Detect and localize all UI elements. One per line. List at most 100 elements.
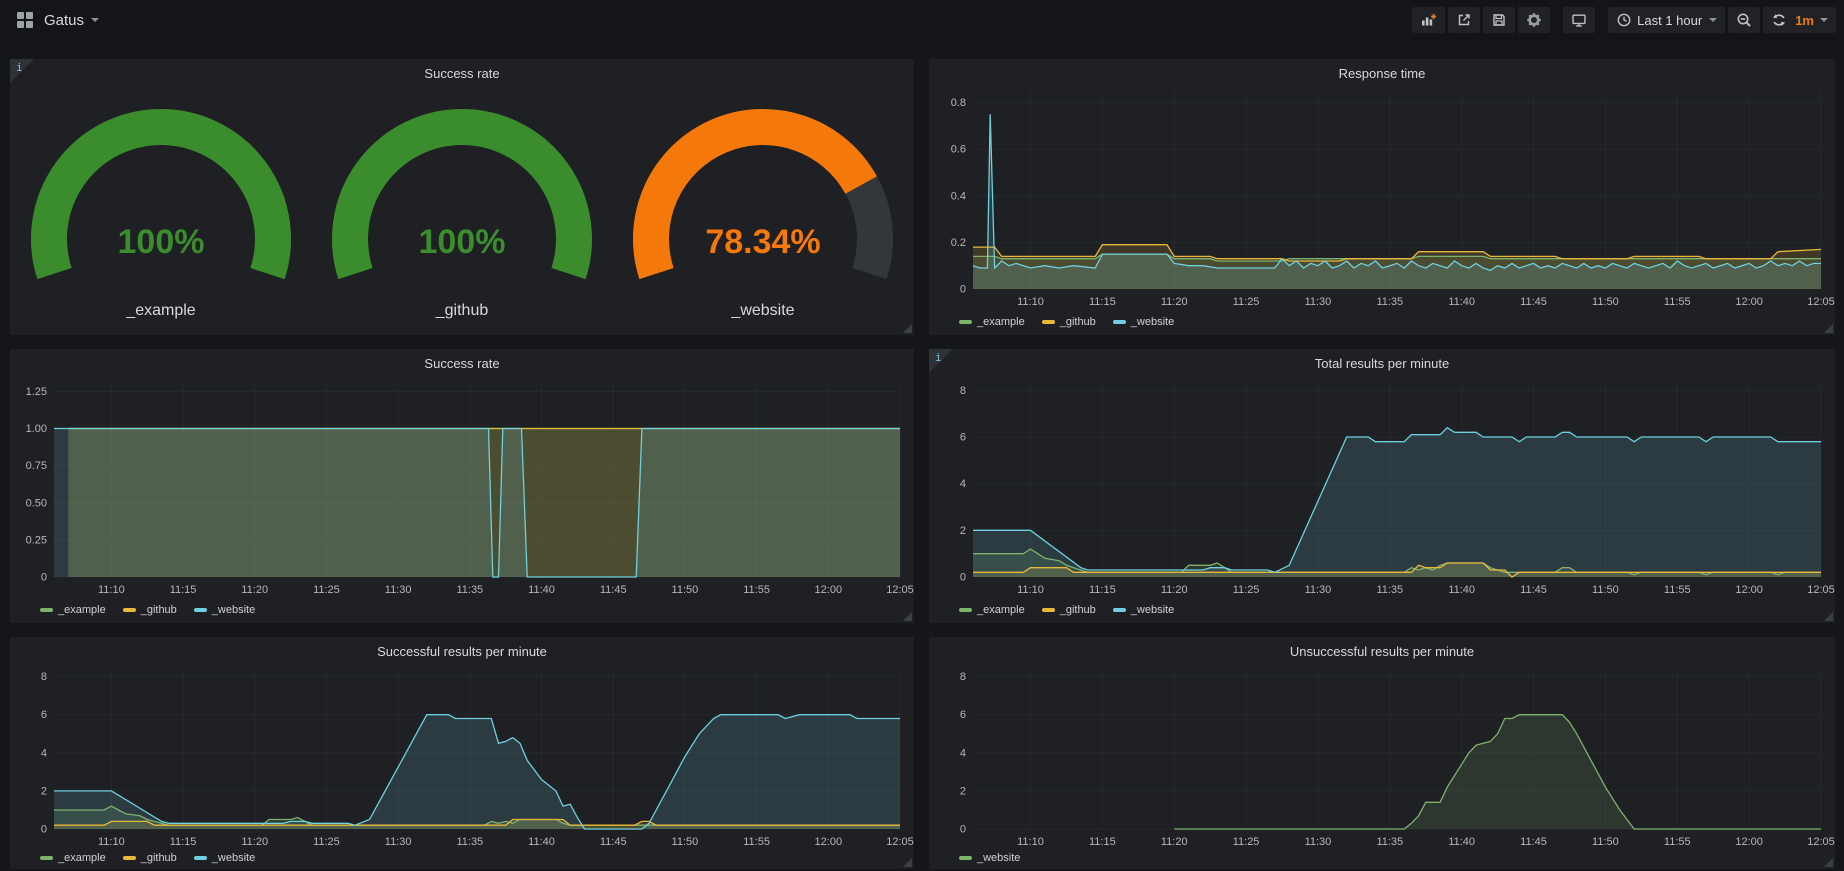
svg-text:1.25: 1.25 [26, 386, 47, 398]
svg-text:11:20: 11:20 [1161, 584, 1188, 596]
svg-text:0: 0 [960, 284, 966, 296]
caret-down-icon [1709, 18, 1717, 22]
legend-item[interactable]: _website [1113, 316, 1174, 328]
svg-text:11:35: 11:35 [456, 584, 483, 596]
info-icon[interactable] [929, 349, 953, 373]
legend: _example _github _website [959, 316, 1174, 328]
panel-title[interactable]: Success rate [10, 356, 914, 371]
svg-text:12:00: 12:00 [1735, 836, 1763, 848]
svg-text:11:45: 11:45 [600, 584, 627, 596]
svg-text:0.4: 0.4 [951, 190, 966, 202]
legend-item[interactable]: _example [959, 316, 1025, 328]
resize-handle[interactable] [1824, 324, 1833, 333]
svg-text:11:35: 11:35 [1376, 296, 1403, 308]
add-panel-icon [1420, 12, 1437, 28]
caret-down-icon[interactable] [91, 18, 99, 22]
svg-text:11:45: 11:45 [1520, 296, 1547, 308]
legend-label: _github [141, 852, 177, 864]
resize-handle[interactable] [903, 858, 912, 867]
panel-title[interactable]: Successful results per minute [10, 644, 914, 659]
svg-text:2: 2 [41, 785, 47, 797]
tv-monitor-icon [1571, 12, 1587, 29]
legend-label: _website [977, 852, 1020, 864]
svg-text:11:50: 11:50 [1592, 836, 1619, 848]
refresh-button[interactable]: 1m [1763, 7, 1836, 33]
svg-text:11:55: 11:55 [743, 584, 770, 596]
gauge-label: _website [731, 302, 795, 319]
svg-text:11:40: 11:40 [528, 836, 555, 848]
panel-title[interactable]: Unsuccessful results per minute [929, 644, 1835, 659]
svg-text:11:50: 11:50 [672, 584, 699, 596]
legend: _example _github _website [40, 852, 255, 864]
panel-title[interactable]: Total results per minute [929, 356, 1835, 371]
legend-swatch-icon [959, 320, 972, 324]
legend-item[interactable]: _example [959, 604, 1025, 616]
total-results-chart: 0246811:1011:1511:2011:2511:3011:3511:40… [929, 349, 1835, 623]
resize-handle[interactable] [903, 324, 912, 333]
time-range-picker[interactable]: Last 1 hour [1608, 7, 1725, 33]
svg-text:0.2: 0.2 [951, 237, 966, 249]
gauge-value: 100% [117, 223, 204, 261]
legend-item[interactable]: _website [959, 852, 1020, 864]
legend-swatch-icon [123, 856, 136, 860]
navbar-actions: Last 1 hour 1m [1409, 7, 1836, 33]
legend-label: _example [58, 852, 106, 864]
svg-text:0.8: 0.8 [951, 97, 966, 109]
tv-mode-button[interactable] [1563, 7, 1595, 33]
legend-item[interactable]: _example [40, 604, 106, 616]
svg-text:11:35: 11:35 [1376, 836, 1403, 848]
legend-item[interactable]: _example [40, 852, 106, 864]
svg-text:2: 2 [960, 785, 966, 797]
legend-swatch-icon [40, 856, 53, 860]
save-button[interactable] [1483, 7, 1515, 33]
svg-text:0.6: 0.6 [951, 144, 966, 156]
legend-item[interactable]: _github [1042, 604, 1096, 616]
legend-item[interactable]: _website [194, 604, 255, 616]
svg-text:11:55: 11:55 [1664, 296, 1691, 308]
svg-text:11:20: 11:20 [241, 836, 268, 848]
panel-title[interactable]: Success rate [10, 66, 914, 81]
svg-text:11:10: 11:10 [98, 836, 125, 848]
apps-grid-icon[interactable] [17, 12, 33, 28]
svg-text:11:50: 11:50 [1592, 584, 1619, 596]
info-icon[interactable] [10, 59, 34, 83]
resize-handle[interactable] [1824, 612, 1833, 621]
legend-label: _example [58, 604, 106, 616]
svg-text:11:50: 11:50 [672, 836, 699, 848]
response-time-chart: 00.20.40.60.811:1011:1511:2011:2511:3011… [929, 59, 1835, 335]
zoom-out-button[interactable] [1728, 7, 1760, 33]
legend-item[interactable]: _website [194, 852, 255, 864]
svg-text:11:25: 11:25 [1233, 836, 1260, 848]
clock-icon [1616, 12, 1632, 28]
legend-item[interactable]: _website [1113, 604, 1174, 616]
svg-text:8: 8 [960, 385, 966, 397]
add-panel-button[interactable] [1412, 7, 1445, 33]
svg-text:11:30: 11:30 [1305, 836, 1332, 848]
legend-item[interactable]: _github [1042, 316, 1096, 328]
refresh-interval-label: 1m [1795, 13, 1814, 28]
resize-handle[interactable] [903, 612, 912, 621]
svg-text:11:40: 11:40 [1448, 836, 1475, 848]
panel-response-time: Response time 00.20.40.60.811:1011:1511:… [929, 59, 1835, 335]
legend-label: _website [1131, 316, 1174, 328]
svg-text:12:05: 12:05 [886, 584, 914, 596]
svg-text:12:05: 12:05 [1807, 296, 1835, 308]
legend-swatch-icon [194, 608, 207, 612]
panel-title[interactable]: Response time [929, 66, 1835, 81]
successful-results-chart: 0246811:1011:1511:2011:2511:3011:3511:40… [10, 637, 914, 869]
svg-text:11:55: 11:55 [743, 836, 770, 848]
share-button[interactable] [1448, 7, 1480, 33]
panel-successful-results: Successful results per minute 0246811:10… [10, 637, 914, 869]
dashboard-title[interactable]: Gatus [44, 12, 84, 29]
svg-text:11:15: 11:15 [1089, 296, 1116, 308]
svg-text:11:15: 11:15 [170, 836, 197, 848]
legend-swatch-icon [1113, 320, 1126, 324]
svg-text:11:30: 11:30 [1305, 584, 1332, 596]
legend-swatch-icon [1042, 608, 1055, 612]
settings-button[interactable] [1518, 7, 1550, 33]
svg-text:11:45: 11:45 [1520, 836, 1547, 848]
legend-item[interactable]: _github [123, 852, 177, 864]
legend-item[interactable]: _github [123, 604, 177, 616]
svg-text:0: 0 [41, 572, 47, 584]
resize-handle[interactable] [1824, 858, 1833, 867]
